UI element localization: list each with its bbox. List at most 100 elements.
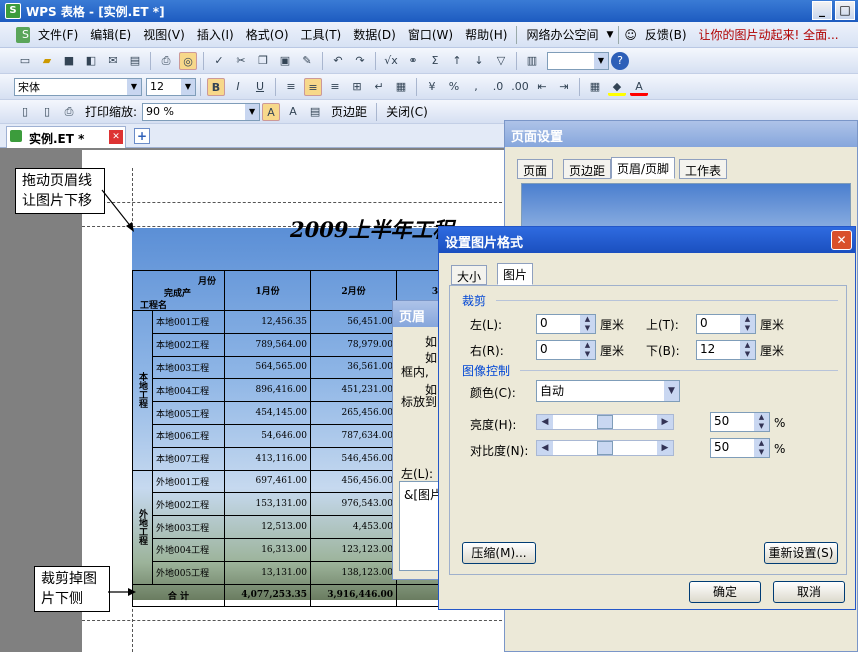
zoom-select[interactable]: ▼ <box>547 51 609 70</box>
spin-updown-icon[interactable]: ▲ ▼ <box>754 439 769 457</box>
thousands-icon[interactable]: , <box>467 78 485 96</box>
contrast-input[interactable]: 50 ▲ ▼ <box>710 438 770 458</box>
menu-insert[interactable]: 插入(I) <box>191 26 240 43</box>
chevron-down-icon[interactable]: ▼ <box>127 78 141 95</box>
menu-format[interactable]: 格式(O) <box>240 26 295 43</box>
tab-header-footer[interactable]: 页眉/页脚 <box>611 157 676 179</box>
autosum-icon[interactable]: Σ <box>426 52 444 70</box>
promo-link[interactable]: 让你的图片动起来! 全面... <box>693 26 845 43</box>
total-row[interactable]: 合 计4,077,253.353,916,446.002,245, <box>132 583 483 608</box>
close-tab-icon[interactable]: ✕ <box>109 130 123 144</box>
align-right-icon[interactable]: ≡ <box>326 78 344 96</box>
hyperlink-icon[interactable]: ⚭ <box>404 52 422 70</box>
font-name-select[interactable]: 宋体 ▼ <box>14 77 142 96</box>
font-size-select[interactable]: 12 ▼ <box>146 77 196 96</box>
spin-updown-icon[interactable]: ▲ ▼ <box>580 315 595 333</box>
chevron-left-icon[interactable]: ◀ <box>537 415 553 429</box>
zoom-in-icon[interactable]: A <box>262 102 281 121</box>
spin-updown-icon[interactable]: ▲ ▼ <box>580 341 595 359</box>
underline-icon[interactable]: U <box>251 78 269 96</box>
spin-updown-icon[interactable]: ▲ ▼ <box>754 413 769 431</box>
crop-top-input[interactable]: 0 ▲ ▼ <box>696 314 756 334</box>
wps-app-icon[interactable]: S <box>5 3 21 19</box>
wps-menu-icon[interactable]: S <box>16 26 30 43</box>
function-icon[interactable]: √x <box>382 52 400 70</box>
paste-icon[interactable]: ▣ <box>276 52 294 70</box>
open-folder-icon[interactable]: ▰ <box>38 52 56 70</box>
table-style-icon[interactable]: ▦ <box>392 78 410 96</box>
close-preview-button[interactable]: 关闭(C) <box>381 103 433 120</box>
brightness-slider[interactable]: ◀ ▶ <box>536 414 674 430</box>
format-painter-icon[interactable]: ✎ <box>298 52 316 70</box>
chevron-right-icon[interactable]: ▶ <box>657 415 673 429</box>
print-icon[interactable]: ⎙ <box>60 103 78 121</box>
contrast-slider[interactable]: ◀ ▶ <box>536 440 674 456</box>
align-left-icon[interactable]: ≡ <box>282 78 300 96</box>
bottom-margin-line[interactable] <box>82 620 502 621</box>
tab-picture[interactable]: 图片 <box>497 263 534 285</box>
menu-edit[interactable]: 编辑(E) <box>84 26 137 43</box>
merge-center-icon[interactable]: ⊞ <box>348 78 366 96</box>
reset-button[interactable]: 重新设置(S) <box>764 542 838 564</box>
menu-window[interactable]: 窗口(W) <box>402 26 459 43</box>
margins-icon[interactable]: ▤ <box>306 103 324 121</box>
chevron-down-icon[interactable]: ▼ <box>181 78 195 95</box>
chevron-down-icon[interactable]: ▼ <box>604 30 615 40</box>
crop-bottom-input[interactable]: 12 ▲ ▼ <box>696 340 756 360</box>
bold-icon[interactable]: B <box>207 77 225 96</box>
decrease-indent-icon[interactable]: ⇤ <box>533 78 551 96</box>
align-center-icon[interactable]: ≡ <box>304 77 322 96</box>
increase-decimal-icon[interactable]: .0 <box>489 78 507 96</box>
decrease-decimal-icon[interactable]: .00 <box>511 78 529 96</box>
undo-icon[interactable]: ↶ <box>329 52 347 70</box>
chevron-left-icon[interactable]: ◀ <box>537 441 553 455</box>
font-color-icon[interactable]: A <box>630 78 648 96</box>
menu-online-office[interactable]: 网络办公空间 <box>520 26 604 43</box>
print-icon[interactable]: ⎙ <box>157 52 175 70</box>
cancel-button[interactable]: 取消 <box>773 581 845 603</box>
menu-feedback[interactable]: 反馈(B) <box>639 26 693 43</box>
ok-button[interactable]: 确定 <box>689 581 761 603</box>
slider-thumb[interactable] <box>597 441 613 455</box>
page-prev-icon[interactable]: ▯ <box>16 103 34 121</box>
italic-icon[interactable]: I <box>229 78 247 96</box>
permission-icon[interactable]: ◧ <box>82 52 100 70</box>
tab-page[interactable]: 页面 <box>517 159 554 179</box>
borders-icon[interactable]: ▦ <box>586 78 604 96</box>
menu-data[interactable]: 数据(D) <box>347 26 402 43</box>
minimize-button[interactable]: _ <box>812 1 832 20</box>
fill-color-icon[interactable]: ◆ <box>608 78 626 96</box>
new-tab-icon[interactable]: + <box>134 128 150 144</box>
menu-view[interactable]: 视图(V) <box>137 26 191 43</box>
chevron-down-icon[interactable]: ▼ <box>594 52 608 69</box>
cut-icon[interactable]: ✂ <box>232 52 250 70</box>
zoom-out-icon[interactable]: A <box>284 103 302 121</box>
menu-help[interactable]: 帮助(H) <box>459 26 513 43</box>
wrap-text-icon[interactable]: ↵ <box>370 78 388 96</box>
top-margin-line[interactable] <box>82 202 502 203</box>
spellcheck-icon[interactable]: ✓ <box>210 52 228 70</box>
crop-left-input[interactable]: 0 ▲ ▼ <box>536 314 596 334</box>
tab-size[interactable]: 大小 <box>451 265 488 285</box>
chevron-right-icon[interactable]: ▶ <box>657 441 673 455</box>
print-preview-icon[interactable]: ◎ <box>179 51 197 70</box>
maximize-button[interactable]: □ <box>835 1 855 20</box>
chevron-down-icon[interactable]: ▼ <box>664 381 679 401</box>
email-icon[interactable]: ✉ <box>104 52 122 70</box>
help-icon[interactable]: ? <box>611 51 629 70</box>
menu-file[interactable]: 文件(F) <box>32 26 84 43</box>
page-next-icon[interactable]: ▯ <box>38 103 56 121</box>
menu-tools[interactable]: 工具(T) <box>295 26 348 43</box>
compress-button[interactable]: 压缩(M)... <box>462 542 536 564</box>
export-pdf-icon[interactable]: ▤ <box>126 52 144 70</box>
print-zoom-select[interactable]: 90 % ▼ <box>142 102 261 121</box>
tab-sheet[interactable]: 工作表 <box>679 159 728 179</box>
filter-icon[interactable]: ▽ <box>492 52 510 70</box>
copy-icon[interactable]: ❐ <box>254 52 272 70</box>
spin-updown-icon[interactable]: ▲ ▼ <box>740 341 755 359</box>
spin-updown-icon[interactable]: ▲ ▼ <box>740 315 755 333</box>
close-icon[interactable]: ✕ <box>831 230 852 250</box>
chevron-down-icon[interactable]: ▼ <box>245 103 260 120</box>
chart-icon[interactable]: ▥ <box>523 52 541 70</box>
increase-indent-icon[interactable]: ⇥ <box>555 78 573 96</box>
